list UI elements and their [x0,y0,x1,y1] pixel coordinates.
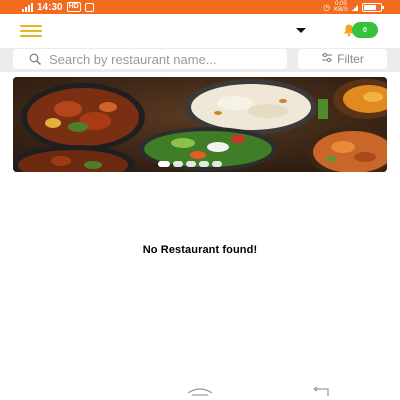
search-box[interactable] [13,49,287,69]
filter-icon [321,52,333,66]
hd-badge: HD [66,2,81,12]
location-dropdown-arrow-icon[interactable] [296,28,306,33]
filter-label: Filter [337,52,364,66]
carousel-dot[interactable] [173,161,183,167]
wifi-icon: ◢ [351,2,358,12]
food-banner-carousel[interactable] [13,77,387,172]
network-speed: 0.00 KB/S [334,1,348,13]
carousel-dot[interactable] [186,161,196,167]
carousel-dot[interactable] [212,161,222,167]
user-badge[interactable]: 0 [352,22,378,38]
search-icon [29,53,41,65]
filter-button[interactable]: Filter [298,49,387,69]
status-time: 14:30 [37,1,63,13]
notification-status-icon [84,2,94,12]
carousel-dots [158,161,222,167]
carousel-dot[interactable] [158,161,170,167]
home-nav-icon[interactable] [186,384,214,400]
empty-state-message: No Restaurant found! [142,244,258,256]
search-row: Filter [0,48,400,72]
food-banner-image [13,77,387,172]
status-bar: 14:30 HD ◷ 0.00 KB/S ◢ [0,0,400,14]
system-nav-bar [0,378,400,400]
search-input[interactable] [49,50,279,68]
status-right-group: ◷ 0.00 KB/S ◢ [323,1,384,13]
hamburger-icon[interactable] [20,25,42,37]
battery-icon [362,2,384,12]
status-left-group: 14:30 HD [22,1,94,13]
alarm-status-icon: ◷ [323,2,331,12]
back-nav-icon[interactable] [311,384,331,400]
app-bar: 0 [0,14,400,48]
signal-icon [22,2,33,12]
carousel-dot[interactable] [199,161,209,167]
